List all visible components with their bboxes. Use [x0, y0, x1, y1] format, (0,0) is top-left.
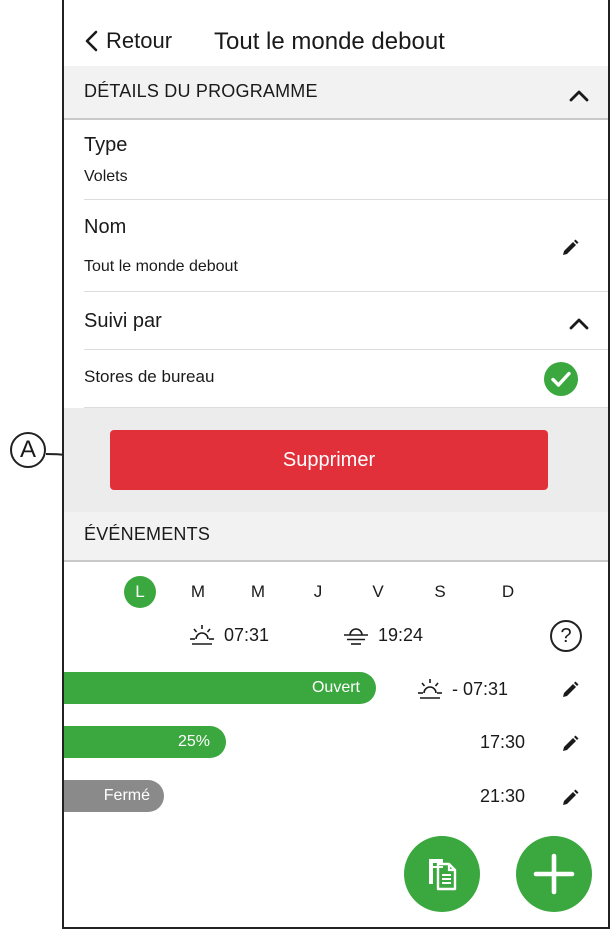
top-bar: Retour Tout le monde debout [64, 0, 608, 66]
events-section-title: ÉVÉNEMENTS [84, 524, 211, 544]
chevron-left-icon [85, 30, 98, 52]
copy-icon [429, 859, 457, 891]
page-title: Tout le monde debout [214, 28, 445, 55]
event-level-bar[interactable]: 25% [64, 726, 226, 758]
day-sunday[interactable]: D [492, 576, 524, 608]
back-button[interactable]: Retour [82, 25, 172, 57]
day-saturday[interactable]: S [424, 576, 456, 608]
event-row: Fermé 21:30 [64, 780, 608, 814]
event-time: - 07:31 [416, 678, 508, 700]
day-wednesday[interactable]: M [242, 576, 274, 608]
sunrise-icon [190, 625, 214, 645]
callout-letter: A [19, 436, 36, 463]
day-thursday[interactable]: J [302, 576, 334, 608]
event-time-text: 17:30 [480, 732, 526, 752]
type-row: Type Volets [84, 120, 608, 200]
delete-button[interactable]: Supprimer [110, 430, 548, 490]
sunset-icon [344, 628, 368, 645]
event-row: Ouvert - 07:31 [64, 672, 608, 706]
name-value: Tout le monde debout [84, 258, 238, 275]
event-level-bar[interactable]: Ouvert [64, 672, 376, 704]
followed-item-row[interactable]: Stores de bureau [84, 350, 608, 408]
day-monday[interactable]: L [124, 576, 156, 608]
pencil-icon[interactable] [560, 680, 580, 700]
followed-by-row[interactable]: Suivi par [84, 292, 608, 350]
event-level-bar[interactable]: Fermé [64, 780, 164, 812]
copy-button[interactable] [404, 836, 480, 912]
pencil-icon[interactable] [560, 788, 580, 808]
chevron-up-icon[interactable] [568, 88, 590, 102]
sunset-info: 19:24 [342, 624, 423, 646]
sunset-time: 19:24 [378, 624, 424, 645]
sunrise-icon [418, 679, 442, 699]
events-section-header: ÉVÉNEMENTS [64, 512, 608, 562]
check-circle-icon [544, 362, 578, 396]
delete-area: Supprimer [64, 408, 608, 512]
sunrise-info: 07:31 [188, 624, 269, 646]
day-friday[interactable]: V [362, 576, 394, 608]
help-icon[interactable]: ? [550, 620, 582, 652]
day-selector: L M M J V S D [64, 576, 608, 610]
name-label: Nom [84, 216, 127, 238]
help-label: ? [560, 624, 572, 647]
day-tuesday[interactable]: M [182, 576, 214, 608]
chevron-up-icon[interactable] [568, 316, 590, 330]
type-label: Type [84, 134, 128, 156]
sunrise-time: 07:31 [224, 624, 270, 645]
followed-item-label: Stores de bureau [84, 367, 215, 386]
event-time-text: 21:30 [480, 786, 526, 806]
type-value: Volets [84, 168, 128, 185]
callout-a: A [10, 432, 46, 468]
followed-by-label: Suivi par [84, 310, 162, 332]
event-time-text: - 07:31 [452, 678, 509, 699]
app-screen: Retour Tout le monde debout DÉTAILS DU P… [62, 0, 610, 929]
pencil-icon[interactable] [560, 734, 580, 754]
event-time: 21:30 [480, 786, 525, 807]
event-row: 25% 17:30 [64, 726, 608, 760]
event-time: 17:30 [480, 732, 525, 753]
plus-icon [533, 853, 575, 895]
pencil-icon[interactable] [560, 238, 580, 258]
back-label: Retour [106, 28, 173, 53]
sun-times: 07:31 19:24 ? [64, 618, 608, 654]
add-event-button[interactable] [516, 836, 592, 912]
details-section-title: DÉTAILS DU PROGRAMME [84, 81, 318, 101]
name-row: Nom Tout le monde debout [84, 200, 608, 292]
details-section-header[interactable]: DÉTAILS DU PROGRAMME [64, 66, 608, 120]
